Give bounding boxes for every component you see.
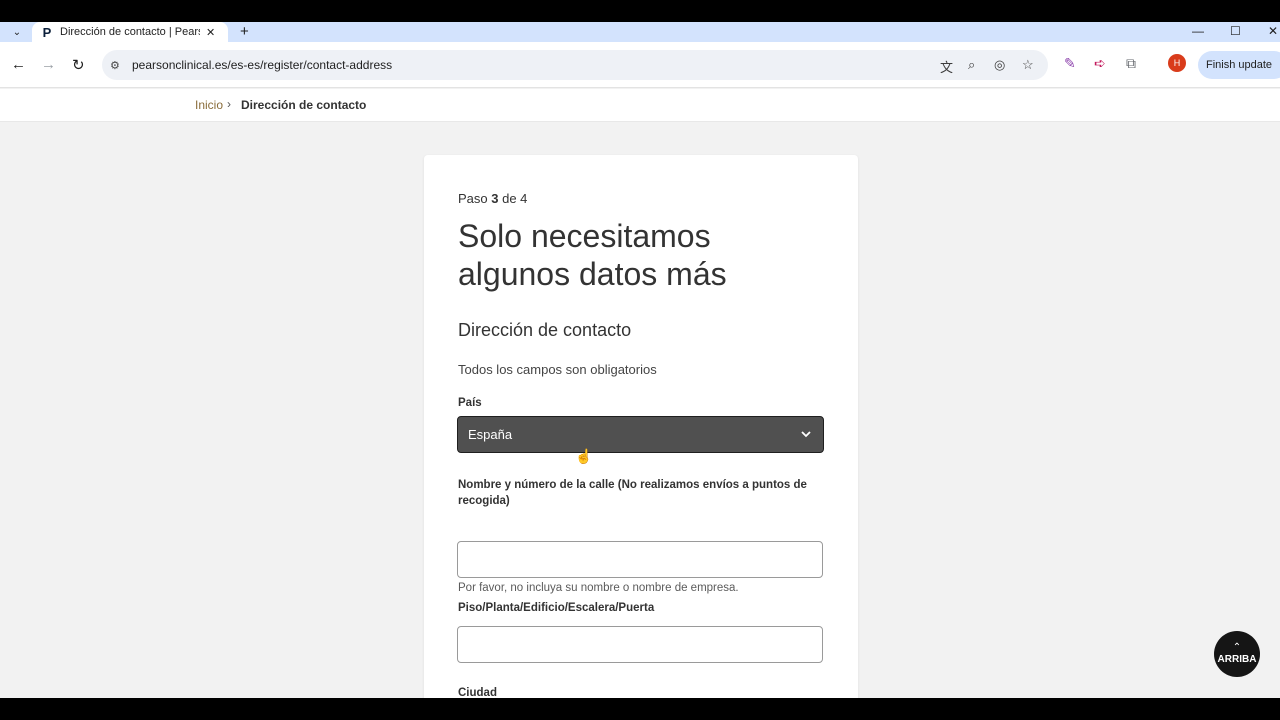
- step-indicator: Paso 3 de 4: [458, 191, 528, 206]
- breadcrumb: Inicio › Dirección de contacto: [0, 89, 1280, 122]
- country-label: País: [458, 397, 482, 409]
- extensions-puzzle-icon[interactable]: ⧉: [1126, 55, 1136, 72]
- breadcrumb-chevron-icon: ›: [227, 97, 231, 111]
- section-title: Dirección de contacto: [458, 320, 632, 340]
- floor-label: Piso/Planta/Edificio/Escalera/Puerta: [458, 602, 655, 614]
- url-text: pearsonclinical.es/es-es/register/contac…: [132, 58, 393, 72]
- chevron-up-icon: ⌃: [1232, 641, 1242, 653]
- mouse-cursor-icon: ☝: [575, 448, 593, 464]
- address-bar[interactable]: ⚙ pearsonclinical.es/es-es/register/cont…: [102, 50, 1048, 80]
- country-selected-value: España: [468, 427, 513, 442]
- tab-close-icon[interactable]: ✕: [206, 26, 215, 39]
- tab-title: Dirección de contacto | Pearson: [60, 26, 200, 38]
- browser-window: ⌄ P Dirección de contacto | Pearson ✕ + …: [0, 22, 1280, 698]
- back-icon[interactable]: ←: [11, 56, 26, 73]
- profile-avatar[interactable]: H: [1168, 54, 1186, 72]
- city-label: Ciudad: [458, 687, 497, 698]
- browser-tab[interactable]: P Dirección de contacto | Pearson ✕: [32, 22, 228, 42]
- window-close-icon[interactable]: ✕: [1268, 24, 1278, 38]
- registration-card: Paso 3 de 4 Solo necesitamos algunos dat…: [424, 155, 858, 698]
- back-to-top-button[interactable]: ⌃ ARRIBA: [1214, 631, 1260, 677]
- back-to-top-label: ARRIBA: [1217, 653, 1257, 665]
- pen-extension-icon[interactable]: ✎: [1064, 55, 1076, 72]
- bookmark-star-icon[interactable]: ☆: [1022, 57, 1034, 73]
- breadcrumb-home-link[interactable]: Inicio: [195, 98, 223, 112]
- browser-toolbar: ← → ↻ ⚙ pearsonclinical.es/es-es/registe…: [0, 42, 1280, 88]
- street-hint: Por favor, no incluya su nombre o nombre…: [458, 582, 739, 594]
- required-fields-note: Todos los campos son obligatorios: [458, 362, 657, 377]
- page-title: Solo necesitamos algunos datos más: [458, 218, 727, 292]
- translate-icon[interactable]: 文: [940, 57, 953, 76]
- minimize-icon[interactable]: —: [1192, 24, 1204, 38]
- breadcrumb-current: Dirección de contacto: [241, 98, 367, 112]
- tab-search-icon[interactable]: ⌄: [8, 24, 26, 40]
- extension-arrow-icon[interactable]: ➪: [1094, 55, 1106, 72]
- street-label: Nombre y número de la calle (No realizam…: [458, 479, 807, 507]
- new-tab-icon[interactable]: +: [240, 23, 249, 40]
- country-select[interactable]: España: [457, 416, 824, 453]
- maximize-icon[interactable]: ☐: [1230, 24, 1241, 38]
- street-input[interactable]: [457, 541, 823, 578]
- tab-strip: ⌄ P Dirección de contacto | Pearson ✕ + …: [0, 22, 1280, 42]
- forward-icon[interactable]: →: [41, 56, 56, 73]
- site-info-icon[interactable]: ⚙: [110, 59, 124, 72]
- reload-icon[interactable]: ↻: [72, 56, 85, 74]
- chevron-down-icon: [801, 431, 811, 438]
- eye-off-icon[interactable]: ◎: [994, 57, 1005, 73]
- floor-input[interactable]: [457, 626, 823, 663]
- finish-update-button[interactable]: Finish update: [1198, 51, 1280, 79]
- pearson-favicon-icon: P: [42, 24, 52, 40]
- zoom-icon[interactable]: ⌕: [968, 57, 975, 73]
